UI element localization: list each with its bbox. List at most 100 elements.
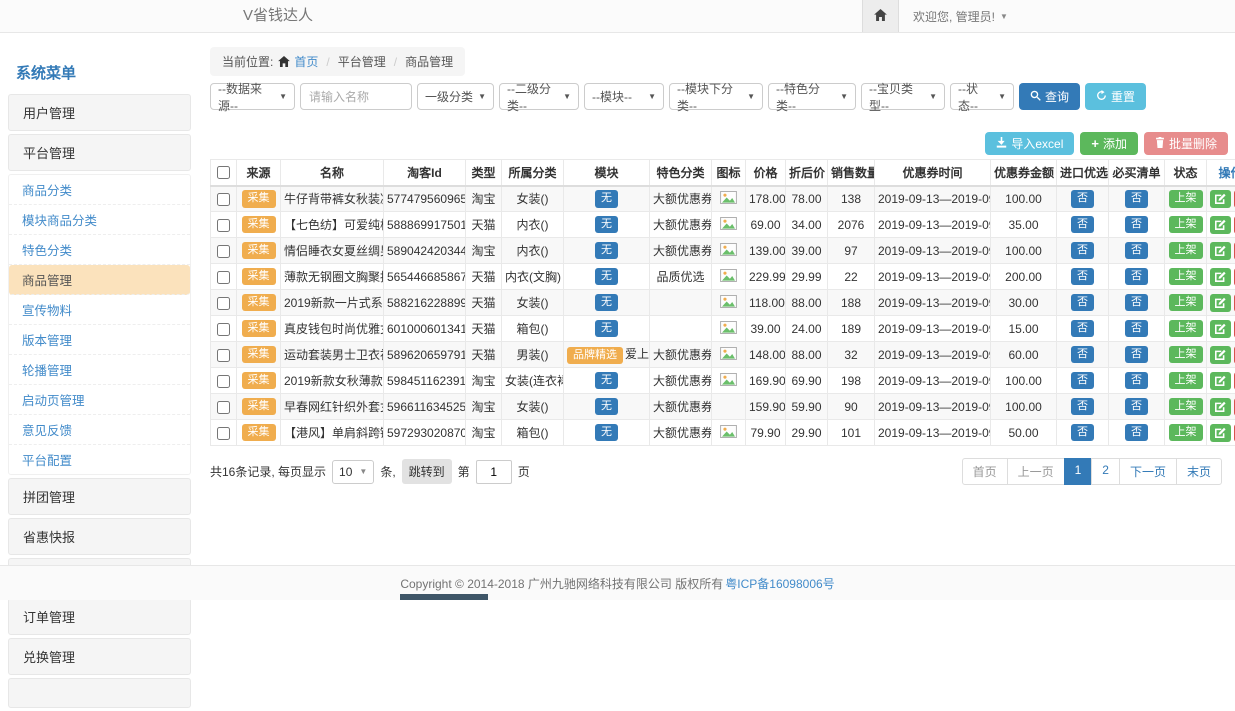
- sidebar-item-feature-category[interactable]: 特色分类: [9, 235, 190, 265]
- row-checkbox[interactable]: [217, 427, 230, 440]
- last-page-button[interactable]: 末页: [1176, 458, 1222, 485]
- status-badge[interactable]: 上架: [1169, 294, 1203, 312]
- status-badge[interactable]: 上架: [1169, 372, 1203, 390]
- column-header-source: 来源: [237, 160, 281, 186]
- import-select-badge[interactable]: 否: [1071, 346, 1094, 364]
- status-badge[interactable]: 上架: [1169, 424, 1203, 442]
- must-buy-badge[interactable]: 否: [1125, 424, 1148, 442]
- must-buy-badge[interactable]: 否: [1125, 268, 1148, 286]
- import-select-badge[interactable]: 否: [1071, 294, 1094, 312]
- search-button[interactable]: 查询: [1019, 83, 1080, 110]
- edit-button[interactable]: [1210, 216, 1231, 234]
- edit-button[interactable]: [1210, 294, 1231, 312]
- user-menu[interactable]: 欢迎您, 管理员! ▼: [913, 8, 1008, 25]
- select-all-checkbox[interactable]: [217, 166, 230, 179]
- edit-button[interactable]: [1210, 398, 1231, 416]
- per-page-select[interactable]: 10 ▼: [332, 460, 374, 484]
- import-select-badge[interactable]: 否: [1071, 424, 1094, 442]
- filter-select-data-source[interactable]: --数据来源--▼: [210, 83, 295, 110]
- reset-button[interactable]: 重置: [1085, 83, 1146, 110]
- home-button[interactable]: [862, 0, 899, 32]
- edit-button[interactable]: [1210, 320, 1231, 338]
- status-badge[interactable]: 上架: [1169, 190, 1203, 208]
- sidebar-group-user-management[interactable]: 用户管理: [8, 94, 191, 131]
- sidebar-item-promo-materials[interactable]: 宣传物料: [9, 295, 190, 325]
- edit-button[interactable]: [1210, 190, 1231, 208]
- must-buy-badge[interactable]: 否: [1125, 242, 1148, 260]
- sidebar-item-goods-management[interactable]: 商品管理: [9, 265, 190, 295]
- edit-button[interactable]: [1210, 242, 1231, 260]
- sidebar-group-exchange-management[interactable]: 兑换管理: [8, 638, 191, 675]
- status-badge[interactable]: 上架: [1169, 320, 1203, 338]
- product-category: 女装(连衣裙): [502, 368, 564, 394]
- import-select-badge[interactable]: 否: [1071, 320, 1094, 338]
- jump-page-input[interactable]: [476, 460, 512, 484]
- row-checkbox[interactable]: [217, 245, 230, 258]
- filter-select-status[interactable]: --状态--▼: [950, 83, 1014, 110]
- filter-select-category-1[interactable]: 一级分类▼: [417, 83, 494, 110]
- status-badge[interactable]: 上架: [1169, 216, 1203, 234]
- status-badge[interactable]: 上架: [1169, 268, 1203, 286]
- import-excel-button[interactable]: 导入excel: [985, 132, 1074, 155]
- search-name-input[interactable]: [300, 83, 412, 110]
- sidebar-item-module-goods-category[interactable]: 模块商品分类: [9, 205, 190, 235]
- row-checkbox[interactable]: [217, 219, 230, 232]
- page-button-2[interactable]: 2: [1091, 458, 1120, 485]
- import-select-badge[interactable]: 否: [1071, 268, 1094, 286]
- batch-delete-button[interactable]: 批量删除: [1144, 132, 1228, 155]
- filter-select-module[interactable]: --模块--▼: [584, 83, 664, 110]
- sidebar-item-carousel-management[interactable]: 轮播管理: [9, 355, 190, 385]
- status-badge[interactable]: 上架: [1169, 346, 1203, 364]
- filter-select-item-type[interactable]: --宝贝类型--▼: [861, 83, 945, 110]
- page-button-1[interactable]: 1: [1064, 458, 1093, 485]
- next-page-button[interactable]: 下一页: [1119, 458, 1177, 485]
- must-buy-badge[interactable]: 否: [1125, 216, 1148, 234]
- filter-select-category-2[interactable]: --二级分类--▼: [499, 83, 579, 110]
- sidebar-item-version-management[interactable]: 版本管理: [9, 325, 190, 355]
- edit-button[interactable]: [1210, 346, 1231, 364]
- must-buy-badge[interactable]: 否: [1125, 190, 1148, 208]
- sidebar-item-feedback[interactable]: 意见反馈: [9, 415, 190, 445]
- sidebar-item-splash-management[interactable]: 启动页管理: [9, 385, 190, 415]
- must-buy-badge[interactable]: 否: [1125, 398, 1148, 416]
- sidebar-item-platform-config[interactable]: 平台配置: [9, 445, 190, 474]
- import-select-badge[interactable]: 否: [1071, 372, 1094, 390]
- filter-select-module-sub[interactable]: --模块下分类--▼: [669, 83, 763, 110]
- icp-link[interactable]: 粤ICP备16098006号: [725, 575, 834, 592]
- row-checkbox[interactable]: [217, 193, 230, 206]
- status-badge[interactable]: 上架: [1169, 398, 1203, 416]
- edit-button[interactable]: [1210, 372, 1231, 390]
- sidebar-group-group-buy[interactable]: 拼团管理: [8, 478, 191, 515]
- breadcrumb-item-platform[interactable]: 平台管理: [338, 53, 386, 70]
- reset-button-label: 重置: [1111, 88, 1135, 105]
- edit-button[interactable]: [1210, 268, 1231, 286]
- sidebar-group-clipped[interactable]: [8, 678, 191, 708]
- row-checkbox[interactable]: [217, 297, 230, 310]
- sidebar-group-platform-management[interactable]: 平台管理: [8, 134, 191, 171]
- row-checkbox[interactable]: [217, 375, 230, 388]
- row-checkbox[interactable]: [217, 349, 230, 362]
- status-badge[interactable]: 上架: [1169, 242, 1203, 260]
- must-buy-badge[interactable]: 否: [1125, 372, 1148, 390]
- prev-page-button[interactable]: 上一页: [1007, 458, 1065, 485]
- import-select-badge[interactable]: 否: [1071, 242, 1094, 260]
- jump-button[interactable]: 跳转到: [402, 459, 452, 484]
- first-page-button[interactable]: 首页: [962, 458, 1008, 485]
- sidebar-group-order-management[interactable]: 订单管理: [8, 598, 191, 635]
- row-checkbox[interactable]: [217, 323, 230, 336]
- breadcrumb-home-link[interactable]: 首页: [278, 53, 318, 70]
- row-checkbox[interactable]: [217, 271, 230, 284]
- edit-button[interactable]: [1210, 424, 1231, 442]
- sidebar-item-goods-category[interactable]: 商品分类: [9, 175, 190, 205]
- import-select-badge[interactable]: 否: [1071, 398, 1094, 416]
- must-buy-badge[interactable]: 否: [1125, 320, 1148, 338]
- filter-select-feature[interactable]: --特色分类--▼: [768, 83, 856, 110]
- source-badge: 采集: [242, 190, 276, 208]
- sidebar-group-saving-news[interactable]: 省惠快报: [8, 518, 191, 555]
- row-checkbox[interactable]: [217, 401, 230, 414]
- import-select-badge[interactable]: 否: [1071, 216, 1094, 234]
- import-select-badge[interactable]: 否: [1071, 190, 1094, 208]
- must-buy-badge[interactable]: 否: [1125, 294, 1148, 312]
- must-buy-badge[interactable]: 否: [1125, 346, 1148, 364]
- add-button[interactable]: + 添加: [1080, 132, 1138, 155]
